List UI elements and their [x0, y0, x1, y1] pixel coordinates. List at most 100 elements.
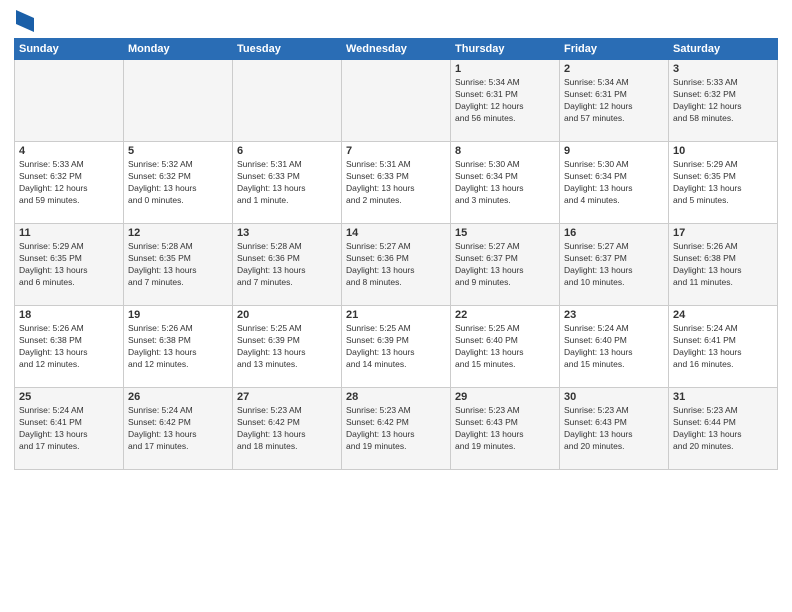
day-info: Sunrise: 5:29 AM Sunset: 6:35 PM Dayligh… — [19, 241, 119, 289]
calendar-row-1: 1 Sunrise: 5:34 AM Sunset: 6:31 PM Daylig… — [15, 60, 778, 142]
calendar-row-2: 4Sunrise: 5:33 AM Sunset: 6:32 PM Daylig… — [15, 142, 778, 224]
day-number: 3 — [673, 63, 773, 75]
day-info: Sunrise: 5:34 AM Sunset: 6:31 PM Dayligh… — [564, 77, 664, 125]
calendar-cell: 15 Sunrise: 5:27 AM Sunset: 6:37 PM Dayli… — [451, 224, 560, 306]
day-number: 16 — [564, 227, 664, 239]
day-number: 26 — [128, 391, 228, 403]
calendar-cell: 27 Sunrise: 5:23 AM Sunset: 6:42 PM Dayli… — [233, 388, 342, 470]
day-info: Sunrise: 5:32 AM Sunset: 6:32 PM Dayligh… — [128, 159, 228, 207]
day-info: Sunrise: 5:26 AM Sunset: 6:38 PM Dayligh… — [19, 323, 119, 371]
day-number: 8 — [455, 145, 555, 157]
calendar-cell: 9 Sunrise: 5:30 AM Sunset: 6:34 PM Daylig… — [560, 142, 669, 224]
day-number: 18 — [19, 309, 119, 321]
calendar-row-3: 11 Sunrise: 5:29 AM Sunset: 6:35 PM Dayli… — [15, 224, 778, 306]
day-number: 24 — [673, 309, 773, 321]
day-info: Sunrise: 5:26 AM Sunset: 6:38 PM Dayligh… — [128, 323, 228, 371]
day-number: 21 — [346, 309, 446, 321]
day-header-sunday: Sunday — [15, 39, 124, 60]
day-header-saturday: Saturday — [669, 39, 778, 60]
calendar-cell: 8 Sunrise: 5:30 AM Sunset: 6:34 PM Daylig… — [451, 142, 560, 224]
day-info: Sunrise: 5:27 AM Sunset: 6:37 PM Dayligh… — [455, 241, 555, 289]
calendar-cell: 3 Sunrise: 5:33 AM Sunset: 6:32 PM Daylig… — [669, 60, 778, 142]
day-info: Sunrise: 5:26 AM Sunset: 6:38 PM Dayligh… — [673, 241, 773, 289]
day-number: 30 — [564, 391, 664, 403]
day-number: 1 — [455, 63, 555, 75]
day-info: Sunrise: 5:27 AM Sunset: 6:36 PM Dayligh… — [346, 241, 446, 289]
calendar-cell: 11 Sunrise: 5:29 AM Sunset: 6:35 PM Dayli… — [15, 224, 124, 306]
calendar-cell: 29 Sunrise: 5:23 AM Sunset: 6:43 PM Dayli… — [451, 388, 560, 470]
day-info: Sunrise: 5:23 AM Sunset: 6:43 PM Dayligh… — [455, 405, 555, 453]
calendar-cell — [124, 60, 233, 142]
calendar-cell: 14 Sunrise: 5:27 AM Sunset: 6:36 PM Dayli… — [342, 224, 451, 306]
calendar-cell: 6Sunrise: 5:31 AM Sunset: 6:33 PM Daylig… — [233, 142, 342, 224]
day-number: 13 — [237, 227, 337, 239]
calendar-cell: 1 Sunrise: 5:34 AM Sunset: 6:31 PM Daylig… — [451, 60, 560, 142]
day-number: 25 — [19, 391, 119, 403]
logo-icon — [16, 10, 34, 32]
day-number: 15 — [455, 227, 555, 239]
day-number: 27 — [237, 391, 337, 403]
day-number: 11 — [19, 227, 119, 239]
day-number: 6 — [237, 145, 337, 157]
day-number: 9 — [564, 145, 664, 157]
day-info: Sunrise: 5:23 AM Sunset: 6:44 PM Dayligh… — [673, 405, 773, 453]
calendar-cell: 4Sunrise: 5:33 AM Sunset: 6:32 PM Daylig… — [15, 142, 124, 224]
day-info: Sunrise: 5:30 AM Sunset: 6:34 PM Dayligh… — [455, 159, 555, 207]
calendar-cell: 5 Sunrise: 5:32 AM Sunset: 6:32 PM Daylig… — [124, 142, 233, 224]
day-info: Sunrise: 5:28 AM Sunset: 6:35 PM Dayligh… — [128, 241, 228, 289]
logo — [14, 10, 34, 32]
calendar-cell: 10Sunrise: 5:29 AM Sunset: 6:35 PM Dayli… — [669, 142, 778, 224]
calendar-cell: 21 Sunrise: 5:25 AM Sunset: 6:39 PM Dayli… — [342, 306, 451, 388]
calendar-row-4: 18 Sunrise: 5:26 AM Sunset: 6:38 PM Dayli… — [15, 306, 778, 388]
calendar-cell: 13 Sunrise: 5:28 AM Sunset: 6:36 PM Dayli… — [233, 224, 342, 306]
day-info: Sunrise: 5:25 AM Sunset: 6:39 PM Dayligh… — [237, 323, 337, 371]
calendar-cell: 17 Sunrise: 5:26 AM Sunset: 6:38 PM Dayli… — [669, 224, 778, 306]
calendar-cell: 16 Sunrise: 5:27 AM Sunset: 6:37 PM Dayli… — [560, 224, 669, 306]
day-info: Sunrise: 5:24 AM Sunset: 6:41 PM Dayligh… — [19, 405, 119, 453]
calendar-cell: 7 Sunrise: 5:31 AM Sunset: 6:33 PM Daylig… — [342, 142, 451, 224]
day-info: Sunrise: 5:27 AM Sunset: 6:37 PM Dayligh… — [564, 241, 664, 289]
day-number: 22 — [455, 309, 555, 321]
calendar-cell: 26 Sunrise: 5:24 AM Sunset: 6:42 PM Dayli… — [124, 388, 233, 470]
day-header-tuesday: Tuesday — [233, 39, 342, 60]
day-number: 29 — [455, 391, 555, 403]
calendar-cell: 19 Sunrise: 5:26 AM Sunset: 6:38 PM Dayli… — [124, 306, 233, 388]
day-info: Sunrise: 5:23 AM Sunset: 6:42 PM Dayligh… — [346, 405, 446, 453]
calendar-cell: 31 Sunrise: 5:23 AM Sunset: 6:44 PM Dayli… — [669, 388, 778, 470]
day-number: 19 — [128, 309, 228, 321]
day-info: Sunrise: 5:25 AM Sunset: 6:39 PM Dayligh… — [346, 323, 446, 371]
calendar-cell: 20 Sunrise: 5:25 AM Sunset: 6:39 PM Dayli… — [233, 306, 342, 388]
calendar-cell: 30 Sunrise: 5:23 AM Sunset: 6:43 PM Dayli… — [560, 388, 669, 470]
day-info: Sunrise: 5:23 AM Sunset: 6:42 PM Dayligh… — [237, 405, 337, 453]
day-info: Sunrise: 5:29 AM Sunset: 6:35 PM Dayligh… — [673, 159, 773, 207]
day-number: 5 — [128, 145, 228, 157]
calendar-cell: 22Sunrise: 5:25 AM Sunset: 6:40 PM Dayli… — [451, 306, 560, 388]
day-info: Sunrise: 5:31 AM Sunset: 6:33 PM Dayligh… — [346, 159, 446, 207]
day-number: 12 — [128, 227, 228, 239]
day-info: Sunrise: 5:23 AM Sunset: 6:43 PM Dayligh… — [564, 405, 664, 453]
calendar-cell: 12 Sunrise: 5:28 AM Sunset: 6:35 PM Dayli… — [124, 224, 233, 306]
calendar-cell: 28Sunrise: 5:23 AM Sunset: 6:42 PM Dayli… — [342, 388, 451, 470]
day-number: 23 — [564, 309, 664, 321]
day-header-monday: Monday — [124, 39, 233, 60]
calendar-cell — [233, 60, 342, 142]
day-info: Sunrise: 5:24 AM Sunset: 6:42 PM Dayligh… — [128, 405, 228, 453]
calendar-cell: 18 Sunrise: 5:26 AM Sunset: 6:38 PM Dayli… — [15, 306, 124, 388]
day-info: Sunrise: 5:34 AM Sunset: 6:31 PM Dayligh… — [455, 77, 555, 125]
day-number: 7 — [346, 145, 446, 157]
day-number: 14 — [346, 227, 446, 239]
day-info: Sunrise: 5:28 AM Sunset: 6:36 PM Dayligh… — [237, 241, 337, 289]
day-info: Sunrise: 5:33 AM Sunset: 6:32 PM Dayligh… — [19, 159, 119, 207]
day-number: 31 — [673, 391, 773, 403]
day-info: Sunrise: 5:24 AM Sunset: 6:40 PM Dayligh… — [564, 323, 664, 371]
calendar-table: SundayMondayTuesdayWednesdayThursdayFrid… — [14, 38, 778, 470]
calendar-cell: 2Sunrise: 5:34 AM Sunset: 6:31 PM Daylig… — [560, 60, 669, 142]
day-header-wednesday: Wednesday — [342, 39, 451, 60]
day-info: Sunrise: 5:30 AM Sunset: 6:34 PM Dayligh… — [564, 159, 664, 207]
day-number: 20 — [237, 309, 337, 321]
day-header-friday: Friday — [560, 39, 669, 60]
day-number: 17 — [673, 227, 773, 239]
header-row: SundayMondayTuesdayWednesdayThursdayFrid… — [15, 39, 778, 60]
day-info: Sunrise: 5:33 AM Sunset: 6:32 PM Dayligh… — [673, 77, 773, 125]
calendar-cell — [15, 60, 124, 142]
